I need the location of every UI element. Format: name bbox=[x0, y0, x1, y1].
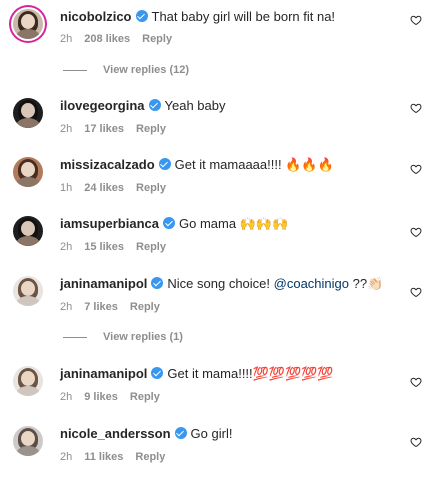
heart-icon[interactable] bbox=[410, 286, 422, 298]
comment-text: Nice song choice! bbox=[167, 276, 274, 291]
verified-badge-icon bbox=[174, 427, 187, 439]
username[interactable]: nicole_andersson bbox=[60, 426, 171, 441]
username[interactable]: janinamanipol bbox=[60, 366, 147, 381]
avatar[interactable] bbox=[13, 366, 43, 396]
timestamp: 2h bbox=[60, 33, 73, 45]
reply-button[interactable]: Reply bbox=[136, 123, 166, 135]
verified-badge-icon bbox=[151, 277, 164, 289]
heart-icon[interactable] bbox=[410, 436, 422, 448]
mention-link[interactable]: @coachinigo bbox=[274, 276, 349, 291]
heart-icon[interactable] bbox=[410, 102, 422, 114]
username[interactable]: missizacalzado bbox=[60, 157, 155, 172]
reply-button[interactable]: Reply bbox=[136, 182, 166, 194]
verified-badge-icon bbox=[135, 10, 148, 22]
comment-text: Get it mamaaaa!!!! 🔥🔥🔥 bbox=[174, 157, 334, 172]
reply-button[interactable]: Reply bbox=[130, 391, 160, 403]
heart-icon[interactable] bbox=[410, 376, 422, 388]
heart-icon[interactable] bbox=[410, 163, 422, 175]
heart-icon[interactable] bbox=[410, 14, 422, 26]
likes-count[interactable]: 17 likes bbox=[84, 123, 124, 135]
comment-text: That baby girl will be born fit na! bbox=[151, 9, 336, 24]
avatar[interactable] bbox=[13, 426, 43, 456]
avatar[interactable] bbox=[13, 9, 43, 39]
reply-button[interactable]: Reply bbox=[142, 33, 172, 45]
timestamp: 1h bbox=[60, 182, 73, 194]
reply-button[interactable]: Reply bbox=[130, 301, 160, 313]
reply-button[interactable]: Reply bbox=[135, 451, 165, 463]
username[interactable]: ilovegeorgina bbox=[60, 98, 145, 113]
verified-badge-icon bbox=[163, 217, 175, 229]
reply-button[interactable]: Reply bbox=[136, 241, 166, 253]
view-replies-button[interactable]: View replies (1) bbox=[63, 331, 183, 343]
likes-count[interactable]: 24 likes bbox=[84, 182, 124, 194]
heart-icon[interactable] bbox=[410, 226, 422, 238]
verified-badge-icon bbox=[158, 158, 171, 170]
likes-count[interactable]: 9 likes bbox=[84, 391, 118, 403]
username[interactable]: nicobolzico bbox=[60, 9, 132, 24]
likes-count[interactable]: 7 likes bbox=[84, 301, 118, 313]
view-replies-button[interactable]: View replies (12) bbox=[63, 64, 189, 76]
comment-text: Go girl! bbox=[190, 426, 233, 441]
comment-text: Get it mama!!!!💯💯💯💯💯 bbox=[167, 366, 334, 381]
avatar[interactable] bbox=[13, 98, 43, 128]
timestamp: 2h bbox=[60, 451, 73, 463]
avatar[interactable] bbox=[13, 216, 43, 246]
timestamp: 2h bbox=[60, 391, 73, 403]
comment-text-end: ??👏🏻 bbox=[349, 276, 384, 291]
comment-text: Yeah baby bbox=[164, 98, 226, 113]
avatar[interactable] bbox=[13, 157, 43, 187]
verified-badge-icon bbox=[151, 367, 164, 379]
timestamp: 2h bbox=[60, 301, 73, 313]
comment-text: Go mama 🙌🙌🙌 bbox=[179, 216, 289, 231]
likes-count[interactable]: 15 likes bbox=[84, 241, 124, 253]
likes-count[interactable]: 11 likes bbox=[84, 451, 123, 463]
timestamp: 2h bbox=[60, 241, 73, 253]
username[interactable]: janinamanipol bbox=[60, 276, 147, 291]
avatar[interactable] bbox=[13, 276, 43, 306]
verified-badge-icon bbox=[148, 99, 161, 111]
likes-count[interactable]: 208 likes bbox=[84, 33, 130, 45]
timestamp: 2h bbox=[60, 123, 73, 135]
username[interactable]: iamsuperbianca bbox=[60, 216, 159, 231]
